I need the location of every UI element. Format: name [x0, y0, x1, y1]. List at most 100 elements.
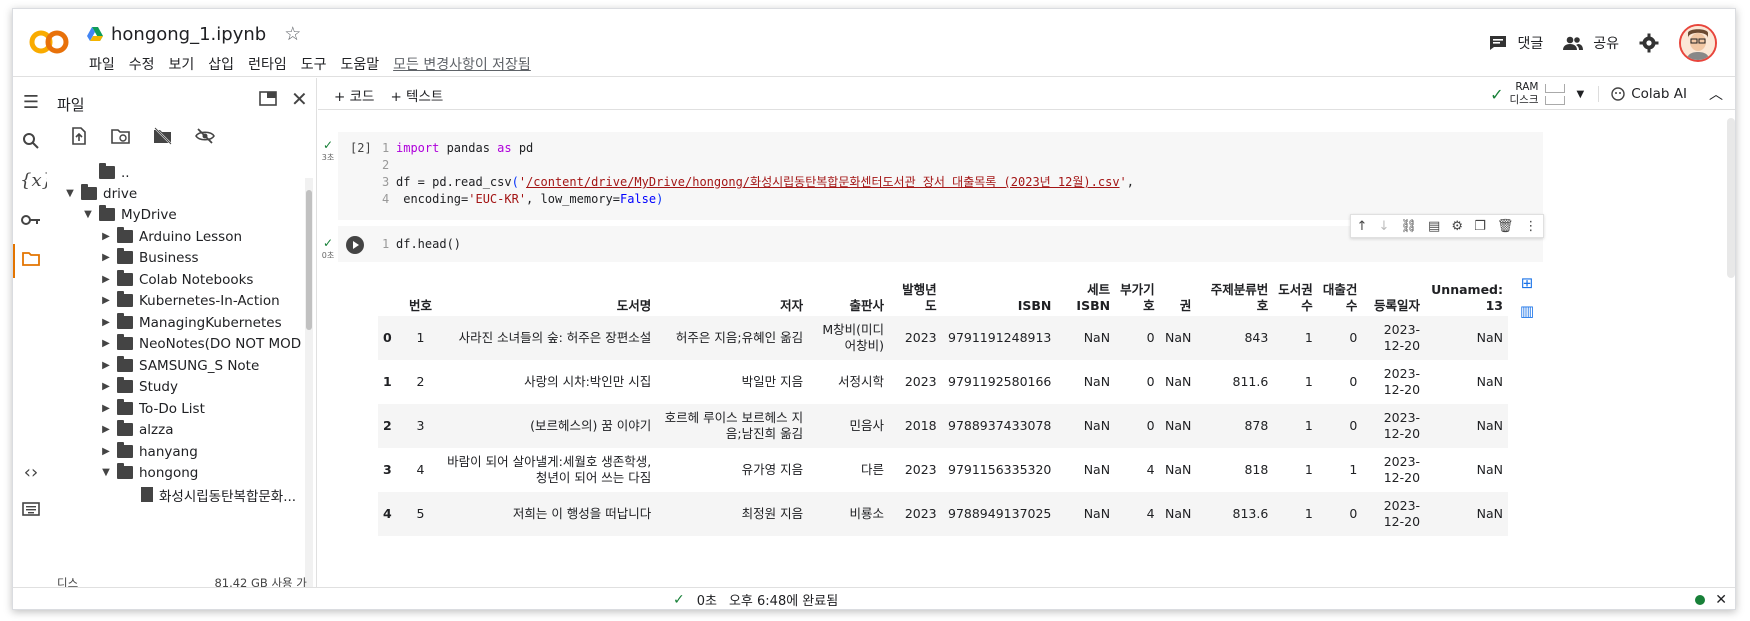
run-cell-button[interactable]: [346, 236, 364, 254]
folder-icon: [117, 291, 133, 307]
settings-gear-icon[interactable]: [1639, 33, 1659, 53]
star-icon[interactable]: ☆: [284, 23, 301, 45]
code-cell-1[interactable]: ✓ 3초 [2] 1 import pandas as pd 2 3 df = pd…: [318, 132, 1728, 220]
table-view-icon[interactable]: ⊞: [1518, 274, 1536, 292]
notebook-title[interactable]: hongong_1.ipynb: [111, 24, 266, 45]
caret-down-icon[interactable]: ▼: [65, 188, 75, 199]
notebook-scrollbar[interactable]: [1727, 118, 1735, 278]
close-panel-icon[interactable]: ✕: [291, 87, 308, 111]
folder-outline-glyph: [22, 252, 40, 266]
colab-ai-button[interactable]: Colab AI: [1598, 86, 1687, 102]
menu-runtime[interactable]: 런타임: [242, 50, 293, 78]
caret-right-icon[interactable]: ▶: [101, 274, 111, 285]
caret-right-icon[interactable]: ▶: [101, 317, 111, 328]
colab-logo[interactable]: [29, 27, 69, 57]
tree-scrollbar[interactable]: [305, 178, 313, 598]
caret-down-icon[interactable]: ▼: [83, 209, 93, 220]
menu-view[interactable]: 보기: [163, 50, 201, 78]
chart-suggest-icon[interactable]: ▥: [1518, 302, 1536, 320]
menu-insert[interactable]: 삽입: [202, 50, 240, 78]
caret-right-icon[interactable]: ▶: [101, 403, 111, 414]
column-header: 대출건수: [1322, 282, 1358, 313]
table-cell: NaN: [1083, 462, 1111, 477]
caret-right-icon[interactable]: ▶: [101, 252, 111, 263]
tree-item-file[interactable]: 화성시립동탄복합문화...: [141, 484, 296, 505]
link-icon[interactable]: ⛓: [1400, 219, 1417, 234]
table-cell: 호르헤 루이스 보르헤스 지음;남진희 옮김: [664, 410, 804, 441]
secrets-key-icon[interactable]: [20, 210, 42, 232]
caret-right-icon[interactable]: ▶: [101, 360, 111, 371]
tree-item-folder[interactable]: ▶ hanyang: [101, 441, 198, 462]
refresh-folder-icon[interactable]: [111, 126, 131, 146]
comment-icon[interactable]: ▤: [1428, 219, 1440, 234]
menu-tools[interactable]: 도구: [295, 50, 333, 78]
tree-item-folder[interactable]: ▶ SAMSUNG_S Note: [101, 355, 259, 376]
move-down-icon[interactable]: ↓: [1379, 219, 1390, 234]
runtime-dropdown-icon[interactable]: ▼: [1577, 89, 1585, 100]
tree-item-folder[interactable]: ▶ alzza: [101, 419, 173, 440]
tree-item-folder[interactable]: ▶ Study: [101, 376, 178, 397]
tree-item-label: Colab Notebooks: [139, 271, 254, 288]
tree-item-folder[interactable]: ▶ Colab Notebooks: [101, 269, 253, 290]
menu-edit[interactable]: 수정: [123, 50, 161, 78]
caret-right-icon[interactable]: ▶: [101, 381, 111, 392]
settings-icon[interactable]: ⚙: [1451, 219, 1463, 234]
caret-right-icon[interactable]: ▶: [101, 446, 111, 457]
variables-icon[interactable]: {x}: [20, 170, 53, 192]
tree-item-folder[interactable]: ▶ Kubernetes-In-Action: [101, 290, 280, 311]
close-icon[interactable]: ✕: [1715, 592, 1727, 608]
tree-item-hongong[interactable]: ▼ hongong: [101, 462, 198, 483]
user-avatar[interactable]: [1679, 24, 1717, 62]
delete-icon[interactable]: 🗑: [1497, 219, 1514, 234]
notebook-area: + 코드 + 텍스트 ✓ RAM 디스크 ▼ Colab AI ︿ ✓ 3초 […: [318, 78, 1735, 609]
add-code-button[interactable]: + 코드: [334, 85, 374, 105]
line-number: 3: [382, 175, 390, 189]
table-cell: 3: [416, 418, 425, 433]
search-icon[interactable]: [20, 132, 42, 154]
move-up-icon[interactable]: ↑: [1357, 219, 1368, 234]
collapse-chevron-icon[interactable]: ︿: [1701, 84, 1723, 104]
column-header: 도서권수: [1278, 282, 1313, 313]
terminal-icon[interactable]: [20, 500, 42, 522]
row-index: 4: [383, 506, 392, 521]
open-in-tab-icon[interactable]: [259, 90, 277, 111]
add-text-button[interactable]: + 텍스트: [390, 85, 443, 105]
runtime-controls: ✓ RAM 디스크 ▼ Colab AI ︿: [1490, 81, 1723, 107]
comments-button[interactable]: 댓글: [1489, 33, 1543, 53]
scroll-thumb[interactable]: [306, 190, 312, 330]
tree-item-folder[interactable]: ▶ To-Do List: [101, 398, 205, 419]
tree-item-folder[interactable]: ▶ NeoNotes(DO NOT MODI...: [101, 333, 301, 354]
more-options-icon[interactable]: ⋮: [1524, 219, 1537, 234]
caret-right-icon[interactable]: ▶: [101, 231, 111, 242]
table-cell: 0: [1146, 330, 1155, 345]
google-drive-icon[interactable]: [87, 26, 103, 42]
caret-right-icon[interactable]: ▶: [101, 295, 111, 306]
tree-item-mydrive[interactable]: ▼ MyDrive: [83, 204, 177, 225]
tree-item-folder[interactable]: ▶ Business: [101, 247, 199, 268]
files-folder-icon[interactable]: [20, 250, 42, 272]
hide-files-icon[interactable]: [195, 126, 215, 146]
caret-down-icon[interactable]: ▼: [101, 467, 111, 478]
table-of-contents-icon[interactable]: ☰: [20, 92, 42, 114]
caret-right-icon[interactable]: ▶: [101, 338, 111, 349]
save-status-link[interactable]: 모든 변경사항이 저장됨: [387, 50, 537, 78]
unmount-drive-icon[interactable]: [153, 126, 173, 146]
resource-indicator[interactable]: ✓ RAM 디스크 ▼: [1490, 81, 1584, 107]
code-editor[interactable]: [2] 1 import pandas as pd 2 3 df = pd.read…: [338, 132, 1543, 220]
code-snippets-icon[interactable]: ‹›: [20, 462, 42, 484]
menu-help[interactable]: 도움말: [334, 50, 385, 78]
tree-item-parent[interactable]: ..: [83, 162, 130, 183]
dataframe-output: 번호 도서명 저자 출판사 발행년도 ISBN 세트 ISBN 부가기호 권 주…: [378, 272, 1508, 536]
mirror-cell-icon[interactable]: ❐: [1474, 219, 1486, 234]
menu-file[interactable]: 파일: [83, 50, 121, 78]
caret-right-icon[interactable]: ▶: [101, 424, 111, 435]
csv-path-link[interactable]: /content/drive/MyDrive/hongong/화성시립동탄복합문…: [526, 175, 1119, 189]
tree-item-label: ManagingKubernetes: [139, 314, 282, 331]
tree-item-drive[interactable]: ▼ drive: [65, 183, 137, 204]
upload-file-icon[interactable]: [69, 126, 89, 146]
share-button[interactable]: 공유: [1563, 33, 1619, 53]
tree-item-folder[interactable]: ▶ Arduino Lesson: [101, 226, 242, 247]
code-cell-2[interactable]: ✓ 0초 1 df.head() ↑ ↓ ⛓ ▤ ⚙ ❐ 🗑 ⋮ 번호 도서명 …: [318, 214, 1728, 609]
table-cell: 9791192580166: [948, 374, 1052, 389]
tree-item-folder[interactable]: ▶ ManagingKubernetes: [101, 312, 282, 333]
